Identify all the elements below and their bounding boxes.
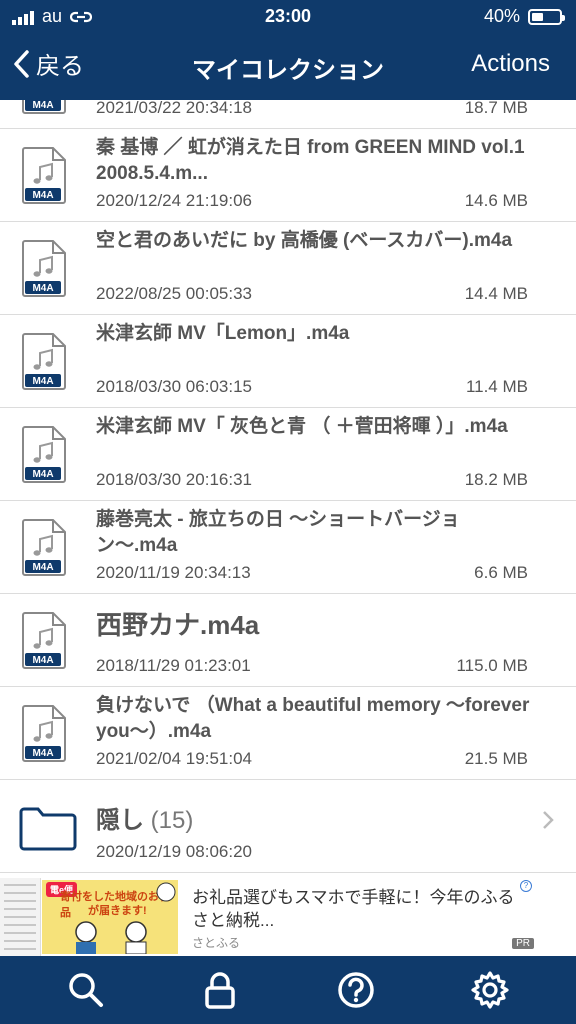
file-date: 2022/08/25 00:05:33 — [96, 284, 252, 303]
audio-file-icon: M4A — [22, 611, 66, 669]
file-type-badge: M4A — [32, 190, 53, 201]
file-name: 米津玄師 MV「 灰色と青 （ ＋菅田将暉 ）」.m4a — [96, 416, 508, 437]
file-date: 2018/11/29 01:23:01 — [96, 656, 251, 675]
file-size: 11.4 MB — [465, 377, 528, 396]
ad-info-icon[interactable]: ? — [520, 880, 532, 892]
file-name: 藤巻亮太 - 旅立ちの日 〜ショートバージョン〜.m4a — [96, 509, 460, 556]
file-row[interactable]: M4A 西野カナ.m4a 2018/11/29 01:23:01 115.0 MB — [0, 594, 576, 687]
folder-icon — [19, 807, 77, 851]
file-type-badge: M4A — [32, 283, 53, 294]
file-date: 2020/11/19 20:34:13 — [96, 563, 251, 582]
audio-file-icon: M4A — [22, 332, 66, 390]
folder-date: 2020/12/19 08:06:20 — [96, 842, 252, 861]
audio-file-icon: M4A — [22, 239, 66, 297]
file-size: 115.0 MB — [456, 656, 528, 675]
search-icon[interactable] — [66, 970, 106, 1010]
file-size: 14.6 MB — [464, 191, 528, 210]
file-type-badge: M4A — [32, 562, 53, 573]
actions-button[interactable]: Actions — [471, 50, 550, 78]
file-name: 西野カナ.m4a — [96, 610, 260, 640]
file-type-badge: M4A — [32, 748, 53, 759]
ad-pr-badge: PR — [512, 938, 534, 949]
navigation-bar: au 23:00 40% 戻る マイコレクション Actions — [0, 0, 576, 100]
file-row[interactable]: M4A 米津玄師 MV「 灰色と青 （ ＋菅田将暉 ）」.m4a 2018/03/3… — [0, 408, 576, 501]
ad-banner[interactable]: 電e便 寄付をした地域のお礼品 が届きます! お礼品選びもスマホで手軽に！今年の… — [0, 878, 576, 956]
help-icon[interactable] — [336, 970, 376, 1010]
file-name: 米津玄師 MV「Lemon」.m4a — [96, 323, 350, 344]
folder-title: 隠し — [96, 807, 144, 834]
file-size: 14.4 MB — [464, 284, 528, 303]
file-row[interactable]: M4A 秦 基博 ／ 虹が消えた日 from GREEN MIND vol.1 2… — [0, 129, 576, 222]
file-row[interactable]: M4A 米津玄師 MV「Lemon」.m4a 2018/03/30 06:03:15… — [0, 315, 576, 408]
lock-icon[interactable] — [200, 970, 240, 1010]
folder-row[interactable]: 隠し (15) 2020/12/19 08:06:20 — [0, 780, 576, 873]
file-name: 空と君のあいだに by 高橋優 (ベースカバー).m4a — [96, 230, 513, 251]
file-size: 18.7 MB — [464, 100, 528, 117]
ad-sponsor: さとふる — [192, 936, 241, 950]
folder-count: (15) — [150, 807, 194, 834]
file-row[interactable]: M4A 2021/03/22 20:34:18 18.7 MB — [0, 100, 576, 129]
chevron-right-icon — [543, 811, 554, 829]
battery-percent: 40% — [483, 6, 520, 26]
file-list[interactable]: M4A 2021/03/22 20:34:18 18.7 MB M4A 秦 基博 ／ 虹… — [0, 100, 576, 878]
file-date: 2021/03/22 20:34:18 — [96, 100, 252, 117]
file-type-badge: M4A — [32, 376, 53, 387]
file-date: 2020/12/24 21:19:06 — [96, 191, 252, 210]
battery-icon — [528, 8, 565, 25]
file-row[interactable]: M4A 空と君のあいだに by 高橋優 (ベースカバー).m4a 2022/08/2… — [0, 222, 576, 315]
file-size: 18.2 MB — [464, 470, 528, 489]
file-name: 秦 基博 ／ 虹が消えた日 from GREEN MIND vol.1 2008… — [96, 137, 525, 184]
audio-file-icon: M4A — [22, 704, 66, 762]
settings-icon[interactable] — [470, 970, 510, 1010]
tab-bar — [0, 956, 576, 1024]
audio-file-icon: M4A — [22, 100, 66, 114]
file-size: 6.6 MB — [474, 563, 528, 582]
file-name: 負けないで （What a beautiful memory 〜forever … — [96, 695, 530, 742]
ad-illustration — [75, 882, 176, 954]
folder-name: 隠し (15) — [96, 800, 193, 835]
file-row[interactable]: M4A 藤巻亮太 - 旅立ちの日 〜ショートバージョン〜.m4a 2020/11/1… — [0, 501, 576, 594]
audio-file-icon: M4A — [22, 518, 66, 576]
file-date: 2021/02/04 19:51:04 — [96, 749, 252, 768]
file-type-badge: M4A — [32, 469, 53, 480]
file-date: 2018/03/30 06:03:15 — [96, 377, 252, 396]
audio-file-icon: M4A — [22, 425, 66, 483]
audio-file-icon: M4A — [22, 146, 66, 204]
file-date: 2018/03/30 20:16:31 — [96, 470, 252, 489]
file-type-badge: M4A — [32, 655, 53, 666]
ad-document-thumbnail — [0, 878, 41, 956]
file-type-badge: M4A — [32, 100, 53, 111]
status-bar: au 23:00 40% — [0, 0, 576, 32]
ad-text[interactable]: お礼品選びもスマホで手軽に！今年のふるさと納税... — [192, 886, 522, 932]
ad-image[interactable]: 電e便 寄付をした地域のお礼品 が届きます! — [42, 880, 178, 954]
file-size: 21.5 MB — [464, 749, 528, 768]
file-row[interactable]: M4A 負けないで （What a beautiful memory 〜forev… — [0, 687, 576, 780]
